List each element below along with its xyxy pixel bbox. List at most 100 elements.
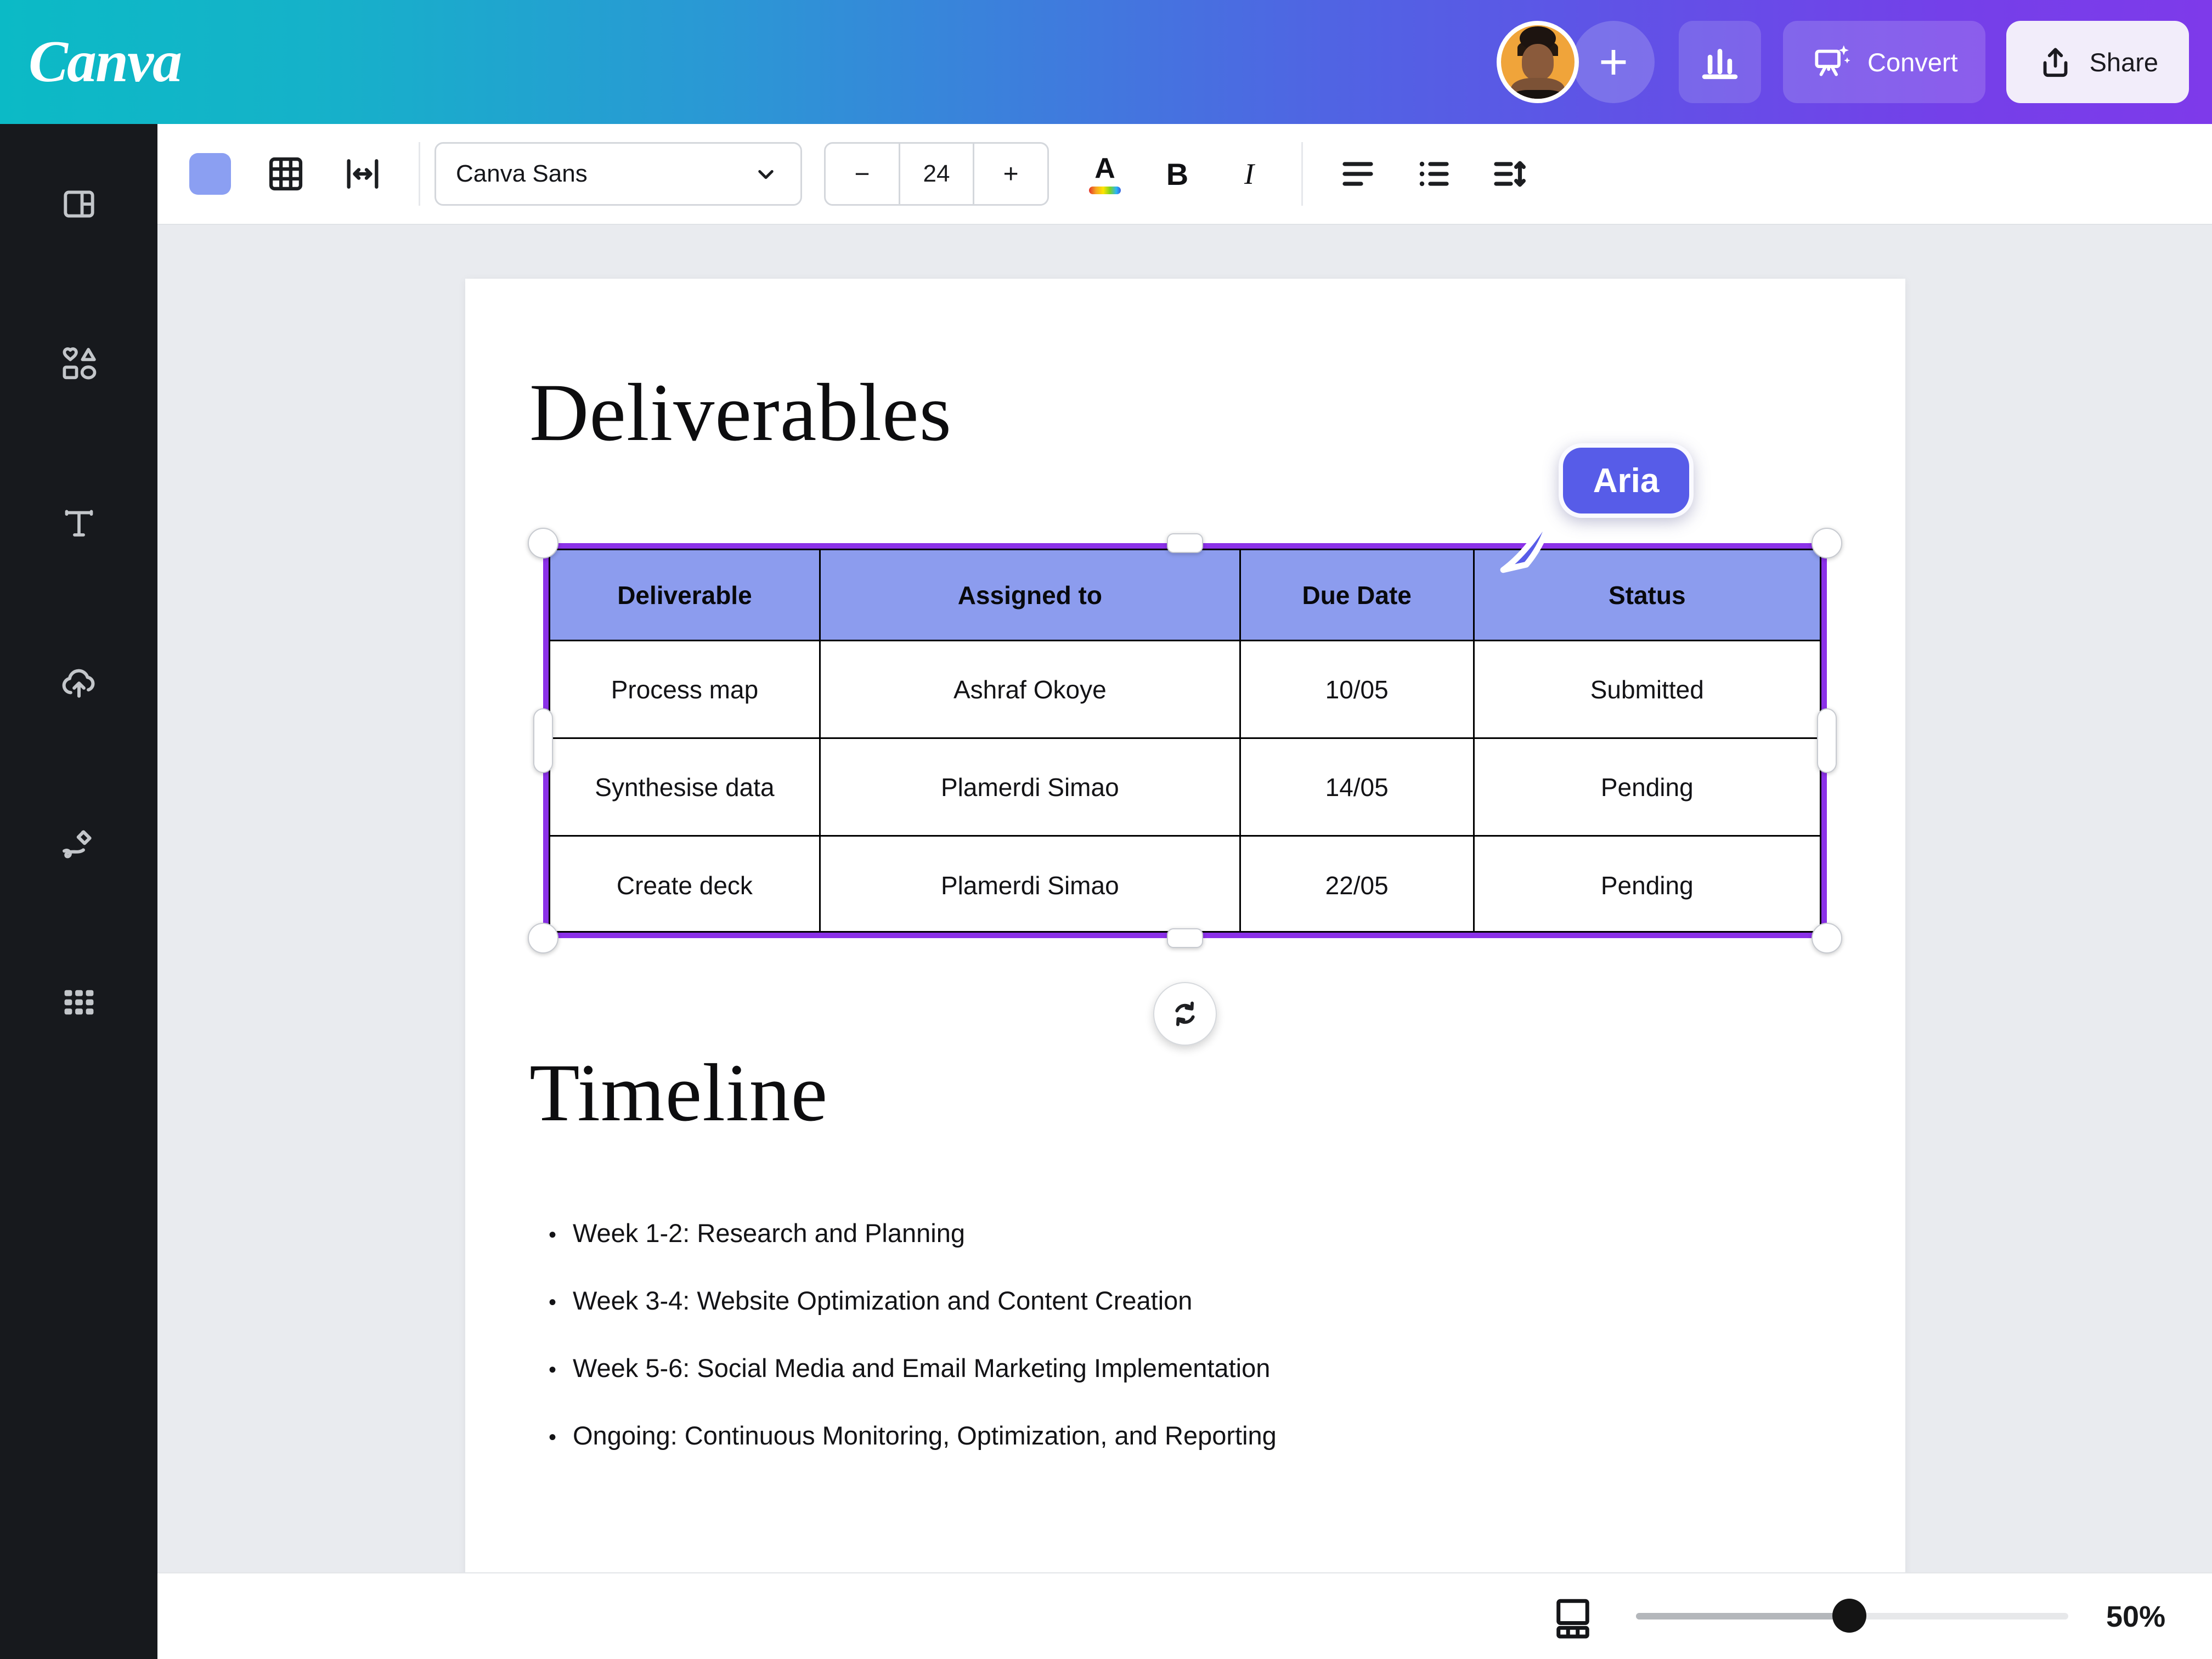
table-cell[interactable]: 22/05: [1241, 837, 1475, 934]
table-cell[interactable]: Process map: [550, 641, 821, 739]
deliverables-heading[interactable]: Deliverables: [529, 365, 952, 460]
table-cell[interactable]: Plamerdi Simao: [821, 739, 1241, 837]
bullet-list-button[interactable]: [1413, 153, 1454, 195]
bullet-text: Week 1-2: Research and Planning: [573, 1218, 965, 1248]
add-member-button[interactable]: +: [1572, 21, 1655, 103]
table-header-cell[interactable]: Due Date: [1241, 550, 1475, 641]
zoom-slider-fill: [1636, 1613, 1848, 1620]
apps-grid-icon: [59, 983, 99, 1022]
resize-handle-bottom-left[interactable]: [528, 923, 558, 953]
bold-button[interactable]: B: [1155, 156, 1199, 192]
table-header-cell[interactable]: Assigned to: [821, 550, 1241, 641]
list-item[interactable]: • Week 5-6: Social Media and Email Marke…: [549, 1353, 1277, 1383]
zoom-slider[interactable]: [1636, 1613, 2068, 1620]
resize-handle-top-left[interactable]: [528, 528, 558, 558]
chevron-down-icon: [751, 159, 781, 189]
line-spacing-button[interactable]: [1488, 153, 1530, 195]
draw-pen-icon: [58, 822, 100, 864]
design-icon: [59, 184, 99, 224]
zoom-level[interactable]: 50%: [2106, 1600, 2165, 1634]
align-left-icon: [1338, 154, 1378, 194]
table-cell[interactable]: 14/05: [1241, 739, 1475, 837]
table-cell[interactable]: 10/05: [1241, 641, 1475, 739]
italic-button[interactable]: I: [1228, 157, 1271, 191]
collaborator-name: Aria: [1593, 461, 1660, 500]
elements-shapes-icon: [58, 342, 100, 385]
resize-handle-bottom[interactable]: [1167, 928, 1203, 948]
font-size-value[interactable]: 24: [899, 144, 975, 204]
sidebar-item-uploads[interactable]: [58, 662, 100, 704]
font-size-increase-button[interactable]: +: [974, 144, 1047, 204]
list-item[interactable]: • Week 1-2: Research and Planning: [549, 1218, 1277, 1248]
convert-button[interactable]: Convert: [1783, 21, 1985, 103]
top-bar: Canva +: [0, 0, 2212, 124]
text-icon: [59, 504, 99, 543]
rotate-handle[interactable]: [1153, 982, 1217, 1046]
sidebar-item-elements[interactable]: [58, 343, 100, 385]
line-spacing-icon: [1489, 154, 1529, 194]
zoom-slider-thumb[interactable]: [1832, 1599, 1866, 1633]
sidebar-item-design[interactable]: [58, 183, 100, 225]
bullet-glyph: •: [549, 1223, 573, 1248]
plus-icon: +: [1599, 33, 1628, 91]
cloud-upload-icon: [58, 662, 100, 704]
bullet-text: Week 5-6: Social Media and Email Marketi…: [573, 1353, 1270, 1383]
bullet-glyph: •: [549, 1425, 573, 1450]
avatar-face: [1522, 44, 1554, 80]
resize-handle-top[interactable]: [1167, 533, 1203, 553]
column-spacing-icon: [342, 153, 383, 195]
convert-presentation-icon: [1810, 41, 1853, 83]
resize-handle-top-right[interactable]: [1812, 528, 1842, 558]
collaborator-cursor-arrow: [1497, 508, 1562, 577]
table-cell[interactable]: Plamerdi Simao: [821, 837, 1241, 934]
rainbow-color-bar: [1089, 187, 1121, 194]
table-cell[interactable]: Synthesise data: [550, 739, 821, 837]
column-spacing-button[interactable]: [342, 153, 383, 195]
bullet-text: Week 3-4: Website Optimization and Conte…: [573, 1285, 1192, 1316]
bullet-glyph: •: [549, 1290, 573, 1315]
font-size-decrease-button[interactable]: −: [826, 144, 899, 204]
insights-button[interactable]: [1679, 21, 1761, 103]
resize-handle-left[interactable]: [533, 708, 553, 773]
top-bar-actions: + Convert S: [1497, 0, 2189, 124]
avatar-shirt: [1513, 90, 1562, 103]
table-header-cell[interactable]: Deliverable: [550, 550, 821, 641]
list-item[interactable]: • Week 3-4: Website Optimization and Con…: [549, 1285, 1277, 1316]
object-panel-rail: [0, 124, 157, 1659]
table-cell[interactable]: Ashraf Okoye: [821, 641, 1241, 739]
rotate-icon: [1167, 996, 1203, 1031]
table-grid-button[interactable]: [265, 153, 307, 195]
share-button[interactable]: Share: [2006, 21, 2189, 103]
resize-handle-right[interactable]: [1817, 708, 1837, 773]
share-label: Share: [2090, 47, 2158, 77]
timeline-bullet-list[interactable]: • Week 1-2: Research and Planning • Week…: [549, 1218, 1277, 1451]
format-toolbar: Canva Sans − 24 + A B I: [157, 124, 2212, 225]
table-grid-icon: [265, 153, 307, 195]
grid-view-button[interactable]: [1548, 1593, 1598, 1642]
canva-logo: Canva: [29, 28, 181, 96]
table-element[interactable]: Deliverable Assigned to Due Date Status …: [549, 549, 1821, 933]
alignment-button[interactable]: [1337, 153, 1379, 195]
font-selector[interactable]: Canva Sans: [435, 142, 802, 206]
avatar[interactable]: [1497, 21, 1579, 103]
resize-handle-bottom-right[interactable]: [1812, 923, 1842, 953]
table-cell[interactable]: Create deck: [550, 837, 821, 934]
sidebar-item-draw[interactable]: [58, 822, 100, 864]
table-cell[interactable]: Submitted: [1475, 641, 1820, 739]
table-cell[interactable]: Pending: [1475, 837, 1820, 934]
font-size-stepper: − 24 +: [824, 142, 1049, 206]
design-canvas: Deliverables Deliverable Assigned to Due…: [157, 225, 2212, 1572]
deliverables-table: Deliverable Assigned to Due Date Status …: [549, 549, 1821, 933]
table-color-swatch[interactable]: [189, 153, 231, 195]
text-color-button[interactable]: A: [1082, 154, 1128, 195]
sidebar-item-apps[interactable]: [58, 981, 100, 1023]
bullet-list-icon: [1414, 154, 1453, 194]
list-item[interactable]: • Ongoing: Continuous Monitoring, Optimi…: [549, 1420, 1277, 1451]
document-page[interactable]: Deliverables Deliverable Assigned to Due…: [465, 279, 1905, 1572]
font-name: Canva Sans: [456, 160, 588, 188]
sidebar-item-text[interactable]: [58, 503, 100, 544]
timeline-heading[interactable]: Timeline: [529, 1046, 828, 1140]
bullet-text: Ongoing: Continuous Monitoring, Optimiza…: [573, 1420, 1277, 1451]
table-cell[interactable]: Pending: [1475, 739, 1820, 837]
bar-chart-icon: [1696, 38, 1743, 86]
